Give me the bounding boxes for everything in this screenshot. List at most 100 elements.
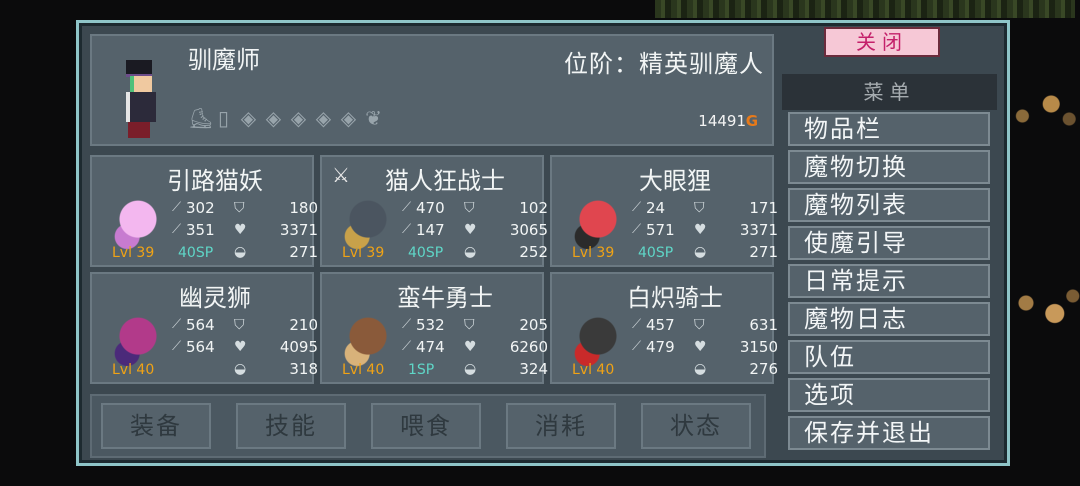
tab-equipment[interactable]: 装备 [101,403,211,449]
tab-feed[interactable]: 喂食 [371,403,481,449]
menu-title: 菜单 [782,74,997,110]
level-label: Lvl 40 [572,362,615,378]
monster-name: 大眼狸 [639,167,711,195]
menu-item-inventory[interactable]: 物品栏 [788,112,990,146]
food-value: 271 [749,243,778,261]
accessory-slot-icon[interactable]: ◈ [313,106,334,130]
heart-icon: ♥ [694,339,707,355]
shield-icon: ⛉ [464,200,475,216]
monster-card[interactable]: 引路猫妖 ⟋ 302 ⛉ 180 ⟋ 351 ♥ 3371 ◒ 271 Lvl … [90,155,318,267]
food-icon: ◒ [234,361,247,377]
heart-icon: ♥ [234,339,247,355]
player-name: 驯魔师 [188,46,260,74]
tab-status[interactable]: 状态 [641,403,751,449]
attack-value: 564 [186,316,215,334]
shield-icon: ⛉ [694,317,705,333]
cave-rocks-decoration [1008,80,1080,140]
food-icon: ◒ [694,361,707,377]
menu-item-save-quit[interactable]: 保存并退出 [788,416,990,450]
food-value: 271 [289,243,318,261]
defense-value: 171 [749,199,778,217]
gold-suffix: G [745,112,758,130]
food-value: 276 [749,360,778,378]
shield-icon: ⛉ [464,317,475,333]
heart-icon: ♥ [234,222,247,238]
level-label: Lvl 40 [112,362,155,378]
shield-icon: ⛉ [234,200,245,216]
menu-item-daily-tips[interactable]: 日常提示 [788,264,990,298]
monster-stats: ⟋ 457 ⛉ 631 ⟋ 479 ♥ 3150 ◒ 276 [632,314,780,380]
wand-icon: ⟋ [402,339,412,354]
sword-icon: ⟋ [402,317,412,332]
cave-vines-decoration [655,0,1075,18]
wand-icon: ⟋ [402,222,412,237]
magic-attack-value: 571 [646,221,675,239]
monster-card[interactable]: ⚔ 猫人狂战士 ⟋ 470 ⛉ 102 ⟋ 147 ♥ 3065 ◒ 252 L… [320,155,548,267]
food-icon: ◒ [234,244,247,260]
wand-icon: ⟋ [632,222,642,237]
monster-card[interactable]: 蛮牛勇士 ⟋ 532 ⛉ 205 ⟋ 474 ♥ 6260 ◒ 324 Lvl … [320,272,548,384]
monster-name: 猫人狂战士 [385,167,505,195]
skill-points: 40SP [408,245,444,261]
food-icon: ◒ [694,244,707,260]
hp-value: 4095 [279,338,318,356]
player-avatar [122,60,158,138]
hp-value: 6260 [509,338,548,356]
wand-icon: ⟋ [172,222,182,237]
monster-sprite [562,193,634,251]
attack-value: 302 [186,199,215,217]
accessory-slot-icon[interactable]: ◈ [288,106,309,130]
tab-consumables[interactable]: 消耗 [506,403,616,449]
monster-sprite [102,310,174,368]
skill-points: 40SP [638,245,674,261]
wand-icon: ⟋ [632,339,642,354]
close-button[interactable]: 关闭 [824,27,940,57]
hp-value: 3371 [739,221,778,239]
attack-value: 457 [646,316,675,334]
wand-icon: ⟋ [172,339,182,354]
monster-card[interactable]: 白炽骑士 ⟋ 457 ⛉ 631 ⟋ 479 ♥ 3150 ◒ 276 Lvl … [550,272,778,384]
level-label: Lvl 40 [342,362,385,378]
monster-stats: ⟋ 564 ⛉ 210 ⟋ 564 ♥ 4095 ◒ 318 [172,314,320,380]
sword-icon: ⟋ [402,200,412,215]
defense-value: 180 [289,199,318,217]
defense-value: 631 [749,316,778,334]
food-value: 318 [289,360,318,378]
menu-item-familiar-guide[interactable]: 使魔引导 [788,226,990,260]
player-rank: 位阶：精英驯魔人 [564,50,764,78]
food-icon: ◒ [464,361,477,377]
heart-icon: ♥ [464,339,477,355]
food-value: 324 [519,360,548,378]
sword-icon: ⟋ [172,200,182,215]
menu-item-options[interactable]: 选项 [788,378,990,412]
defense-value: 102 [519,199,548,217]
menu-item-monster-list[interactable]: 魔物列表 [788,188,990,222]
sword-icon: ⟋ [632,317,642,332]
accessory-slot-icon[interactable]: ◈ [238,106,259,130]
level-label: Lvl 39 [342,245,385,261]
gold-amount: 14491 [698,112,746,130]
armor-slot-icon[interactable]: ▯ [213,106,234,130]
menu-item-switch-monster[interactable]: 魔物切换 [788,150,990,184]
magic-attack-value: 564 [186,338,215,356]
magic-attack-value: 479 [646,338,675,356]
monster-card[interactable]: 大眼狸 ⟋ 24 ⛉ 171 ⟋ 571 ♥ 3371 ◒ 271 Lvl 39… [550,155,778,267]
level-label: Lvl 39 [112,245,155,261]
monster-card[interactable]: 幽灵狮 ⟋ 564 ⛉ 210 ⟋ 564 ♥ 4095 ◒ 318 Lvl 4… [90,272,318,384]
monster-name: 蛮牛勇士 [397,284,493,312]
monster-sprite [102,193,174,251]
heart-icon: ♥ [464,222,477,238]
defense-value: 205 [519,316,548,334]
heart-icon: ♥ [694,222,707,238]
menu-item-monster-journal[interactable]: 魔物日志 [788,302,990,336]
menu-item-party[interactable]: 队伍 [788,340,990,374]
monster-sprite [562,310,634,368]
tab-skills[interactable]: 技能 [236,403,346,449]
accessory-slot-icon[interactable]: ◈ [263,106,284,130]
accessory-slot-icon[interactable]: ◈ [338,106,359,130]
charm-slot-icon[interactable]: ❦ [363,106,384,130]
shield-icon: ⛉ [694,200,705,216]
magic-attack-value: 474 [416,338,445,356]
attack-value: 470 [416,199,445,217]
boot-slot-icon[interactable]: ⛸ [188,106,213,130]
